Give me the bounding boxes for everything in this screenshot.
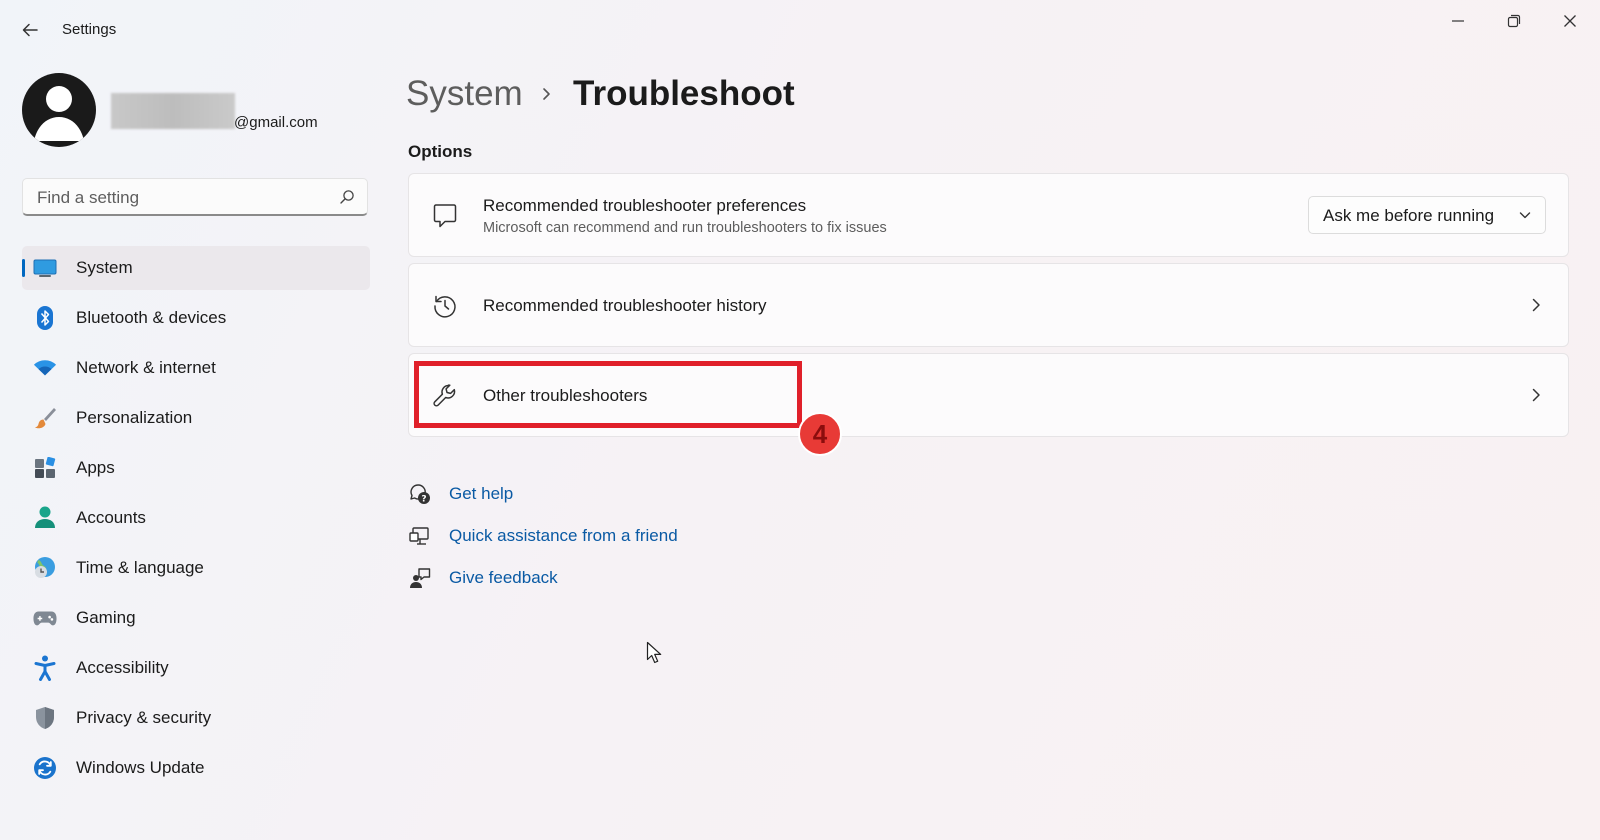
minimize-icon <box>1452 20 1464 22</box>
sidebar-item-label: Time & language <box>76 558 204 577</box>
card-title: Recommended troubleshooter preferences <box>483 196 807 215</box>
sidebar-item-label: Personalization <box>76 408 193 427</box>
quick-assistance-link[interactable]: Quick assistance from a friend <box>408 522 728 552</box>
minimize-button[interactable] <box>1438 10 1478 32</box>
sidebar-item-label: System <box>76 258 133 277</box>
accessibility-icon <box>33 655 57 681</box>
paintbrush-icon <box>33 406 57 430</box>
annotation-highlight-box <box>414 361 802 428</box>
quick-assist-icon <box>408 524 432 548</box>
card-troubleshooter-history[interactable]: Recommended troubleshooter history <box>408 263 1569 347</box>
sidebar-item-bluetooth[interactable]: Bluetooth & devices <box>22 296 370 340</box>
link-label: Give feedback <box>449 568 558 587</box>
page-title: Troubleshoot <box>573 74 795 113</box>
apps-icon <box>33 456 57 480</box>
search-box[interactable] <box>22 178 368 217</box>
sidebar-item-personalization[interactable]: Personalization <box>22 396 370 440</box>
link-label: Get help <box>449 484 514 503</box>
get-help-icon: ? <box>408 482 432 506</box>
sidebar-item-label: Privacy & security <box>76 708 212 727</box>
breadcrumb-parent[interactable]: System <box>406 74 523 114</box>
card-subtitle: Microsoft can recommend and run troubles… <box>483 220 887 236</box>
restore-button[interactable] <box>1494 10 1534 32</box>
title-bar: Settings <box>0 0 1600 60</box>
close-icon <box>1564 15 1576 27</box>
sidebar-item-label: Bluetooth & devices <box>76 308 227 327</box>
feedback-icon <box>408 566 432 590</box>
restore-icon <box>1507 14 1521 28</box>
sidebar-item-network[interactable]: Network & internet <box>22 346 370 390</box>
section-label-options: Options <box>408 142 473 161</box>
svg-text:?: ? <box>421 495 426 505</box>
mouse-cursor-icon <box>646 641 662 664</box>
shield-icon <box>33 706 57 730</box>
sidebar-item-accessibility[interactable]: Accessibility <box>22 646 370 690</box>
sidebar-item-time-language[interactable]: Time & language <box>22 546 370 590</box>
sidebar-item-label: Gaming <box>76 608 136 627</box>
chevron-right-icon <box>1532 388 1540 402</box>
card-title: Recommended troubleshooter history <box>483 296 767 315</box>
link-label: Quick assistance from a friend <box>449 526 678 545</box>
history-icon <box>431 292 459 320</box>
sidebar-item-apps[interactable]: Apps <box>22 446 370 490</box>
sidebar-item-accounts[interactable]: Accounts <box>22 496 370 540</box>
search-icon[interactable] <box>339 189 355 205</box>
globe-clock-icon <box>33 556 57 580</box>
annotation-step-badge: 4 <box>798 412 842 456</box>
get-help-link[interactable]: ? Get help <box>408 480 728 510</box>
sidebar-nav: System Bluetooth & devices Network & int… <box>22 246 370 796</box>
chevron-down-icon <box>1519 212 1531 219</box>
search-input[interactable] <box>35 179 329 217</box>
dropdown-selected-value: Ask me before running <box>1323 206 1495 225</box>
troubleshooter-preference-dropdown[interactable]: Ask me before running <box>1308 196 1546 234</box>
chevron-right-icon <box>1532 298 1540 312</box>
sidebar-item-label: Accounts <box>76 508 146 527</box>
wifi-icon <box>33 356 57 380</box>
card-troubleshooter-preferences: Recommended troubleshooter preferences M… <box>408 173 1569 257</box>
breadcrumb-chevron-icon <box>543 88 550 100</box>
sidebar-item-windows-update[interactable]: Windows Update <box>22 746 370 790</box>
close-button[interactable] <box>1550 10 1590 32</box>
sidebar-item-gaming[interactable]: Gaming <box>22 596 370 640</box>
avatar[interactable] <box>22 73 96 147</box>
gamepad-icon <box>33 606 57 630</box>
give-feedback-link[interactable]: Give feedback <box>408 564 728 594</box>
person-silhouette-icon <box>34 86 84 141</box>
bluetooth-icon <box>33 306 57 330</box>
account-email: @gmail.com <box>234 114 318 131</box>
windows-update-icon <box>33 756 57 780</box>
sidebar-item-label: Network & internet <box>76 358 216 377</box>
sidebar-item-privacy-security[interactable]: Privacy & security <box>22 696 370 740</box>
sidebar-item-label: Windows Update <box>76 758 205 777</box>
back-arrow-icon <box>22 23 38 37</box>
sidebar-item-label: Accessibility <box>76 658 169 677</box>
chat-bubble-icon <box>431 202 459 230</box>
redacted-username <box>111 93 235 129</box>
back-button[interactable] <box>16 16 44 44</box>
app-title: Settings <box>62 21 117 38</box>
sidebar-item-label: Apps <box>76 458 115 477</box>
system-monitor-icon <box>33 256 57 280</box>
sidebar-item-system[interactable]: System <box>22 246 370 290</box>
accounts-icon <box>33 506 57 530</box>
